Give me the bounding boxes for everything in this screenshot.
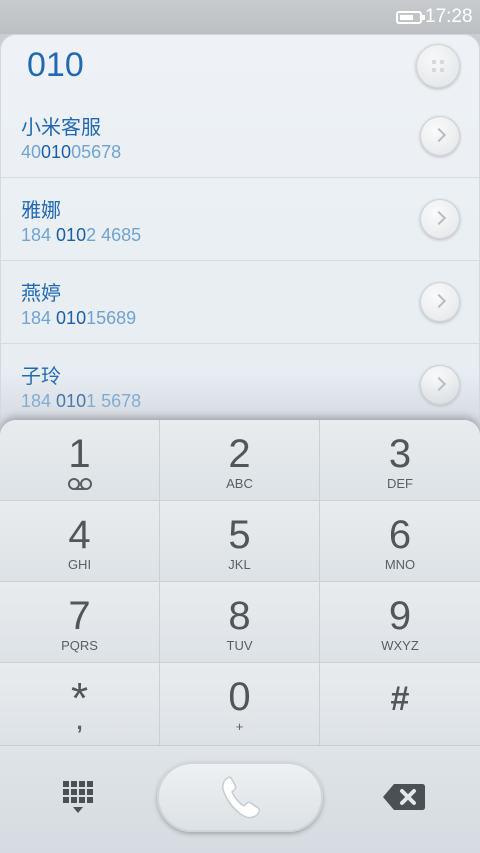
key-digit: # [390, 680, 410, 718]
key-digit: 7 [68, 594, 91, 638]
key-2[interactable]: 2 ABC [160, 420, 320, 501]
key-letters: TUV [226, 638, 253, 653]
key-letters: , [76, 709, 83, 734]
key-digit: 4 [68, 513, 91, 557]
collapse-keypad-button[interactable] [416, 44, 460, 88]
key-digit: 9 [388, 594, 412, 638]
key-4[interactable]: 4 GHI [0, 501, 160, 582]
status-time: 17:28 [425, 6, 473, 27]
backspace-icon [383, 784, 425, 810]
key-letters: ABC [226, 476, 253, 491]
voicemail-icon [67, 478, 93, 490]
key-letters: MNO [384, 557, 416, 572]
status-bar: 17:28 [0, 0, 480, 34]
contact-name: 雅娜 [21, 198, 61, 222]
contact-detail-button[interactable] [420, 365, 460, 405]
backspace-button[interactable] [378, 778, 428, 818]
key-1[interactable]: 1 [0, 420, 160, 501]
contact-detail-button[interactable] [420, 282, 460, 322]
contact-detail-button[interactable] [420, 199, 460, 239]
contact-number: 4001005678 [21, 142, 122, 162]
dialpad-toggle-button[interactable] [56, 776, 100, 820]
contact-name: 小米客服 [21, 115, 101, 139]
phone-icon [222, 776, 261, 819]
call-button[interactable] [157, 762, 323, 832]
key-star[interactable]: * , [0, 663, 160, 745]
contact-number: 184 0102 4685 [21, 225, 142, 245]
contact-name: 子玲 [21, 364, 61, 388]
contact-detail-button[interactable] [420, 116, 460, 156]
key-digit: 8 [228, 594, 251, 638]
key-8[interactable]: 8 TUV [160, 582, 320, 663]
dots-icon [432, 60, 444, 72]
chevron-right-icon [431, 293, 447, 309]
contact-row[interactable]: 雅娜 184 0102 4685 [1, 178, 479, 261]
battery-icon [396, 11, 425, 24]
key-7[interactable]: 7 PQRS [0, 582, 160, 663]
key-letters: JKL [228, 557, 251, 572]
key-letters: + [235, 719, 244, 734]
key-5[interactable]: 5 JKL [160, 501, 320, 582]
key-digit: 0 [228, 675, 251, 719]
key-6[interactable]: 6 MNO [320, 501, 480, 582]
dialer-action-bar [0, 745, 480, 853]
contact-number: 184 01015689 [21, 308, 137, 328]
contact-row[interactable]: 子玲 184 0101 5678 [1, 344, 479, 427]
key-digit: 6 [388, 513, 412, 557]
contact-row[interactable]: 燕婷 184 01015689 [1, 261, 479, 344]
key-letters: DEF [387, 476, 413, 491]
contact-row[interactable]: 小米客服 4001005678 [1, 95, 479, 178]
key-hash[interactable]: # [320, 663, 480, 745]
key-9[interactable]: 9 WXYZ [320, 582, 480, 663]
chevron-right-icon [431, 210, 447, 226]
grid-icon [63, 781, 93, 803]
contact-number: 184 0101 5678 [21, 391, 142, 411]
chevron-right-icon [431, 376, 447, 392]
key-0[interactable]: 0 + [160, 663, 320, 745]
key-letters: GHI [67, 557, 92, 572]
dialed-number-display[interactable]: 010 [27, 46, 84, 85]
search-results-panel: 010 小米客服 4001005678 雅娜 184 0102 4685 燕婷 … [0, 34, 480, 434]
key-digit: 2 [228, 432, 251, 476]
key-digit: 3 [388, 432, 412, 476]
contact-name: 燕婷 [21, 281, 61, 305]
key-digit: 1 [68, 432, 91, 476]
dial-keypad: 1 2 ABC 3 DEF 4 GHI 5 JKL 6 MNO 7 PQRS 8… [0, 420, 480, 745]
key-3[interactable]: 3 DEF [320, 420, 480, 501]
chevron-right-icon [431, 127, 447, 143]
key-letters: WXYZ [381, 638, 419, 653]
key-letters: PQRS [61, 638, 98, 653]
arrow-down-icon [73, 807, 83, 813]
key-digit: 5 [228, 513, 251, 557]
